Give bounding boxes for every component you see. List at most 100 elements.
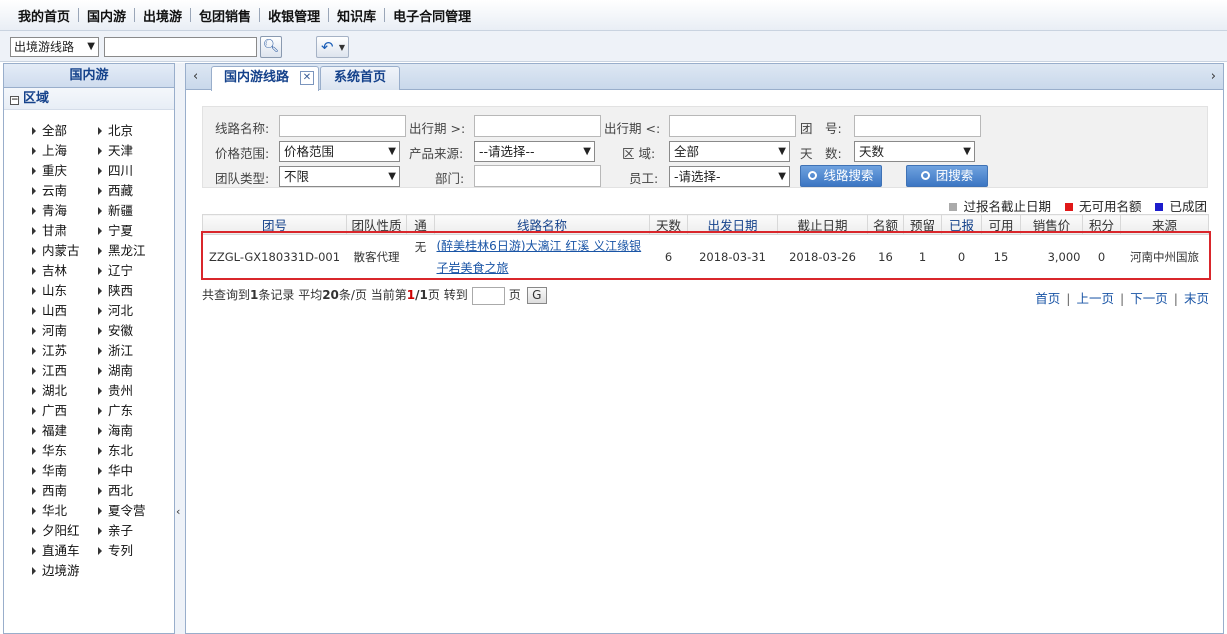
tab-domestic-routes[interactable]: 国内游线路 ✕ (211, 66, 319, 91)
team-type-value: 不限 (284, 169, 310, 184)
menu-knowledge[interactable]: 知识库 (329, 6, 384, 25)
menu-package-sales[interactable]: 包团销售 (191, 6, 259, 25)
region-label: 夏令营 (108, 503, 146, 518)
menu-home[interactable]: 我的首页 (10, 6, 78, 25)
region-item[interactable]: 夏令营 (98, 501, 178, 521)
col-header-depart-date[interactable]: 出发日期 (687, 214, 778, 235)
menu-domestic[interactable]: 国内游 (79, 6, 134, 25)
dept-input[interactable] (474, 165, 601, 187)
col-header-group-no[interactable]: 团号 (202, 214, 347, 235)
table-row[interactable]: ZZGL-GX180331D-001 散客代理 无 (醉美桂林6日游)大漓江 红… (203, 235, 1209, 280)
region-item[interactable]: 北京 (98, 121, 178, 141)
region-item[interactable]: 江苏 (32, 341, 98, 361)
group-no-input[interactable] (854, 115, 981, 137)
menu-outbound[interactable]: 出境游 (135, 6, 190, 25)
region-tree-node[interactable]: − 区域 (4, 88, 174, 110)
triangle-right-icon (98, 327, 102, 335)
days-select[interactable]: 天数 ▼ (854, 141, 975, 162)
region-item[interactable]: 广东 (98, 401, 178, 421)
region-item[interactable]: 上海 (32, 141, 98, 161)
region-item[interactable]: 湖南 (98, 361, 178, 381)
price-select[interactable]: 价格范围 ▼ (279, 141, 400, 162)
region-item[interactable]: 亲子 (98, 521, 178, 541)
region-item[interactable]: 山东 (32, 281, 98, 301)
region-item[interactable]: 天津 (98, 141, 178, 161)
region-item[interactable]: 专列 (98, 541, 178, 561)
region-item[interactable]: 边境游 (32, 561, 98, 581)
team-type-select[interactable]: 不限 ▼ (279, 166, 400, 187)
depart-before-label: 出行期 <: (604, 121, 661, 136)
route-search-button[interactable]: 线路搜索 (800, 165, 882, 187)
region-item[interactable]: 西藏 (98, 181, 178, 201)
region-item[interactable]: 贵州 (98, 381, 178, 401)
region-item[interactable]: 云南 (32, 181, 98, 201)
region-item[interactable]: 海南 (98, 421, 178, 441)
region-item[interactable]: 华中 (98, 461, 178, 481)
region-item[interactable]: 华南 (32, 461, 98, 481)
group-search-button[interactable]: 团搜索 (906, 165, 988, 187)
region-item[interactable]: 重庆 (32, 161, 98, 181)
col-header-route-name[interactable]: 线路名称 (434, 214, 650, 235)
depart-before-input[interactable] (669, 115, 796, 137)
region-item[interactable]: 浙江 (98, 341, 178, 361)
staff-select[interactable]: -请选择- ▼ (669, 166, 790, 187)
region-item[interactable]: 夕阳红 (32, 521, 98, 541)
region-item[interactable]: 四川 (98, 161, 178, 181)
menu-cashier[interactable]: 收银管理 (260, 6, 328, 25)
route-type-select[interactable]: 出境游线路 ▼ (10, 37, 99, 57)
route-link[interactable]: (醉美桂林6日游)大漓江 红溪 义江缘银子岩美食之旅 (437, 239, 642, 275)
area-select[interactable]: 全部 ▼ (669, 141, 790, 162)
region-item[interactable]: 全部 (32, 121, 98, 141)
pager-info: 共查询到1条记录 平均20条/页 当前第1/1页 转到页 G (202, 286, 547, 305)
go-button[interactable]: G (526, 287, 547, 304)
scroll-left-icon[interactable]: ‹ (193, 69, 198, 84)
region-item[interactable]: 青海 (32, 201, 98, 221)
search-button[interactable]: 🔍︎ (260, 36, 282, 58)
region-item[interactable]: 江西 (32, 361, 98, 381)
next-page-link[interactable]: 下一页 (1130, 291, 1168, 306)
collapse-left-icon[interactable]: ‹ (176, 505, 180, 518)
menu-contracts[interactable]: 电子合同管理 (385, 6, 479, 25)
region-item[interactable]: 东北 (98, 441, 178, 461)
region-label: 亲子 (108, 523, 134, 538)
region-item[interactable]: 西南 (32, 481, 98, 501)
region-item[interactable]: 内蒙古 (32, 241, 98, 261)
depart-after-input[interactable] (474, 115, 601, 137)
back-button[interactable]: ↶ ▼ (316, 36, 349, 58)
region-item[interactable]: 甘肃 (32, 221, 98, 241)
region-item[interactable]: 河北 (98, 301, 178, 321)
region-item[interactable]: 福建 (32, 421, 98, 441)
triangle-right-icon (98, 307, 102, 315)
region-item[interactable]: 吉林 (32, 261, 98, 281)
region-label: 湖北 (42, 383, 68, 398)
collapse-icon[interactable]: − (10, 96, 19, 105)
region-item[interactable]: 陕西 (98, 281, 178, 301)
sidebar-splitter[interactable]: ‹ (175, 63, 185, 634)
region-item[interactable]: 宁夏 (98, 221, 178, 241)
region-item[interactable]: 辽宁 (98, 261, 178, 281)
quick-search-input[interactable] (104, 37, 257, 57)
prev-page-link[interactable]: 上一页 (1077, 291, 1115, 306)
region-label: 广东 (108, 403, 134, 418)
jump-page-input[interactable] (471, 286, 505, 305)
scroll-right-icon[interactable]: › (1211, 69, 1216, 84)
region-item[interactable]: 山西 (32, 301, 98, 321)
region-item[interactable]: 西北 (98, 481, 178, 501)
first-page-link[interactable]: 首页 (1035, 291, 1060, 306)
region-item[interactable]: 河南 (32, 321, 98, 341)
col-header-booked[interactable]: 已报 (941, 214, 982, 235)
last-page-link[interactable]: 末页 (1184, 291, 1209, 306)
region-item[interactable]: 华北 (32, 501, 98, 521)
region-item[interactable]: 黑龙江 (98, 241, 178, 261)
region-item[interactable]: 新疆 (98, 201, 178, 221)
tab-system-home[interactable]: 系统首页 (320, 66, 400, 90)
route-name-label: 线路名称: (215, 121, 270, 136)
close-icon[interactable]: ✕ (300, 71, 314, 85)
region-item[interactable]: 直通车 (32, 541, 98, 561)
region-item[interactable]: 安徽 (98, 321, 178, 341)
region-item[interactable]: 湖北 (32, 381, 98, 401)
region-item[interactable]: 广西 (32, 401, 98, 421)
region-item[interactable]: 华东 (32, 441, 98, 461)
source-select[interactable]: --请选择-- ▼ (474, 141, 595, 162)
route-name-input[interactable] (279, 115, 406, 137)
